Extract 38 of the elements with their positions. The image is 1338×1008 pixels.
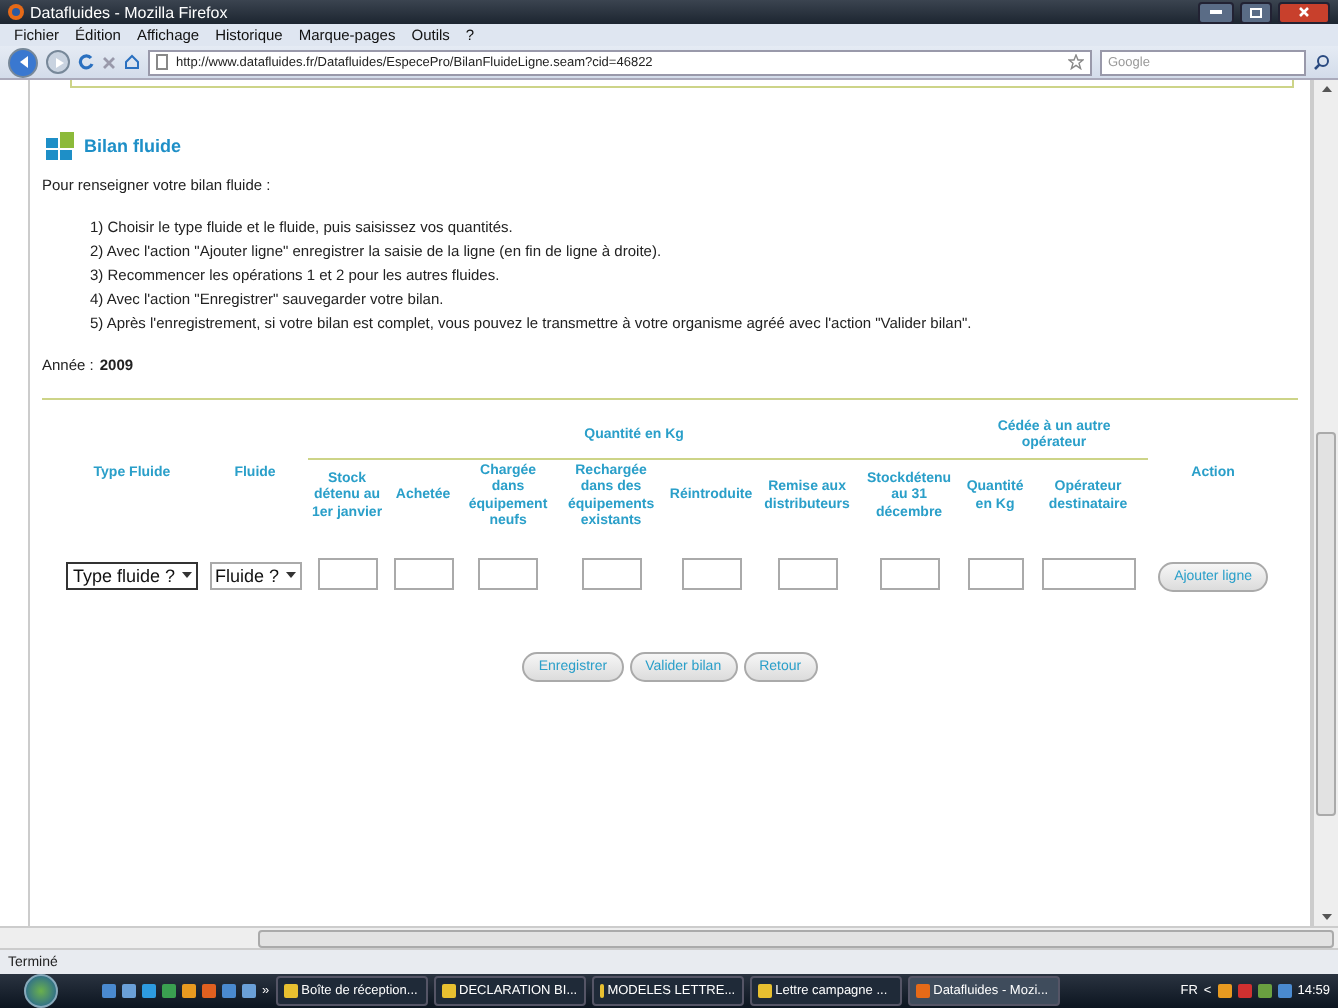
dropdown-arrow-icon	[285, 572, 296, 579]
maximize-icon	[1250, 7, 1262, 17]
close-icon	[1298, 6, 1310, 18]
quantity-input[interactable]	[581, 557, 642, 590]
page-icon	[156, 54, 168, 70]
quantity-input[interactable]	[317, 557, 378, 590]
star-icon[interactable]	[1068, 54, 1084, 70]
back-button[interactable]	[8, 47, 38, 77]
fluid-select[interactable]: Fluide ?	[209, 561, 302, 590]
search-icon[interactable]	[1314, 54, 1330, 70]
scroll-down-icon[interactable]	[1321, 914, 1331, 920]
type-fluid-select[interactable]: Type fluide ?	[66, 561, 197, 590]
quantity-input[interactable]	[478, 557, 539, 590]
quantity-input[interactable]	[393, 557, 454, 590]
quantity-input[interactable]	[879, 557, 940, 590]
forward-button[interactable]	[46, 50, 70, 74]
close-button[interactable]	[1278, 1, 1330, 23]
forward-arrow-icon	[53, 57, 63, 67]
quantity-input[interactable]	[681, 557, 742, 590]
back-arrow-icon	[17, 56, 29, 68]
logo-icon	[46, 132, 74, 160]
vertical-scrollbar[interactable]	[1312, 80, 1338, 926]
window-title: Datafluides - Mozilla Firefox	[30, 3, 230, 21]
dropdown-arrow-icon	[181, 572, 191, 579]
scroll-up-icon[interactable]	[1321, 86, 1331, 92]
page-title: Bilan fluide	[84, 136, 182, 156]
maximize-button[interactable]	[1240, 1, 1272, 23]
horizontal-scrollbar[interactable]	[0, 926, 1338, 948]
transfer-input[interactable]	[967, 557, 1024, 590]
reload-icon[interactable]	[78, 54, 94, 70]
quantity-input[interactable]	[777, 557, 838, 590]
minimize-button[interactable]	[1198, 1, 1234, 23]
minimize-icon	[1210, 10, 1222, 14]
home-icon[interactable]	[124, 54, 140, 70]
firefox-icon	[8, 4, 24, 20]
start-button[interactable]	[24, 974, 58, 1008]
transfer-input[interactable]	[1041, 557, 1136, 590]
stop-icon[interactable]	[102, 55, 116, 69]
